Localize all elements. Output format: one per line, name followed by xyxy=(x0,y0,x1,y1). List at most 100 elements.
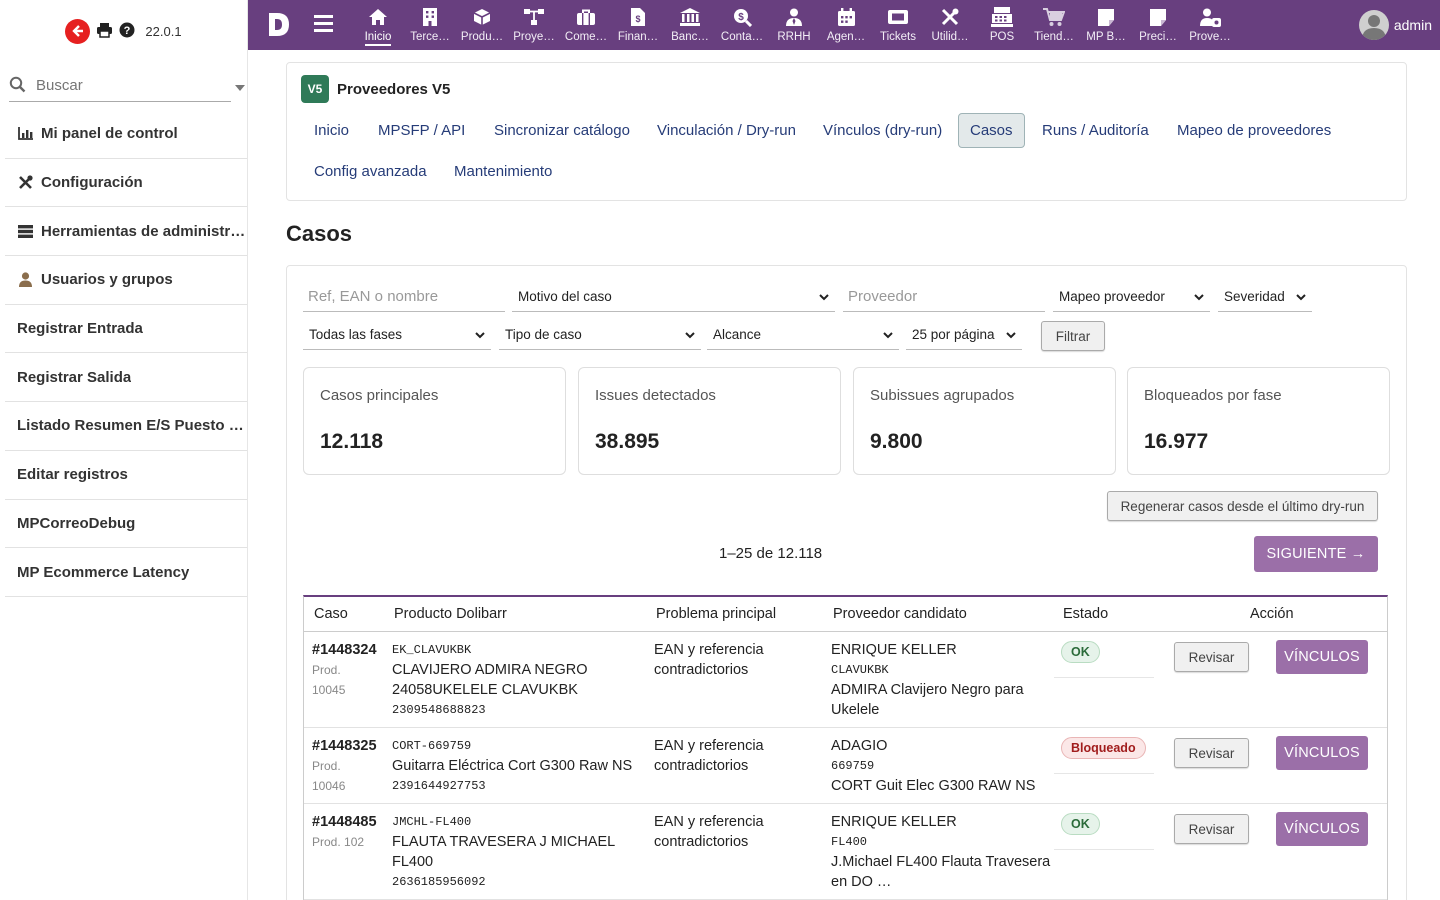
links-button[interactable]: VÍNCULOS xyxy=(1276,640,1368,674)
tab-sincronizar-catalogo[interactable]: Sincronizar catálogo xyxy=(483,113,641,148)
supplier-name: ENRIQUE KELLER xyxy=(831,642,957,658)
menu-item-summary-list[interactable]: Listado Resumen E/S Puesto … xyxy=(5,402,247,451)
avatar[interactable] xyxy=(1358,10,1389,40)
topmenu-financiera[interactable]: $ Finan… xyxy=(612,0,664,50)
server-icon xyxy=(17,224,33,238)
product-ref[interactable]: EK_CLAVUKBK xyxy=(392,640,642,660)
topmenu-inicio[interactable]: Inicio xyxy=(352,0,404,50)
tab-runs-auditoria[interactable]: Runs / Auditoría xyxy=(1031,113,1160,148)
supplier-desc: J.Michael FL400 Flauta Travesera en DO … xyxy=(831,854,1051,890)
menu-item-admin-tools[interactable]: Herramientas de administr… xyxy=(5,207,247,257)
topmenu-rrhh[interactable]: RRHH xyxy=(768,0,820,50)
menu-item-mp-ecommerce-latency[interactable]: MP Ecommerce Latency xyxy=(5,548,247,597)
topmenu-comercial[interactable]: Come… xyxy=(560,0,612,50)
regenerate-cases-button[interactable]: Regenerar casos desde el último dry-run xyxy=(1107,491,1378,521)
logout-icon[interactable] xyxy=(65,18,91,44)
tab-mpsfp-api[interactable]: MPSFP / API xyxy=(367,113,476,148)
review-button[interactable]: Revisar xyxy=(1174,738,1249,768)
links-button[interactable]: VÍNCULOS xyxy=(1276,736,1368,770)
col-producto: Producto Dolibarr xyxy=(394,606,507,622)
severidad-select-value: Severidad xyxy=(1224,289,1285,304)
links-button[interactable]: VÍNCULOS xyxy=(1276,812,1368,846)
filter-button[interactable]: Filtrar xyxy=(1041,321,1105,351)
tab-inicio[interactable]: Inicio xyxy=(303,113,360,148)
case-id[interactable]: #1448324 xyxy=(312,640,377,660)
topmenu-label: MP B… xyxy=(1086,31,1126,43)
topmenu-agenda[interactable]: Agen… xyxy=(820,0,872,50)
menu-item-label: Listado Resumen E/S Puesto … xyxy=(17,417,244,435)
tools-icon xyxy=(941,6,959,28)
help-icon[interactable]: ? xyxy=(119,22,135,41)
menu-item-register-entry[interactable]: Registrar Entrada xyxy=(5,305,247,354)
supplier-ref: CLAVUKBK xyxy=(831,663,889,677)
supplier-desc: ADMIRA Clavijero Negro para Ukelele xyxy=(831,682,1024,718)
user-name[interactable]: admin xyxy=(1394,17,1432,33)
next-page-button[interactable]: SIGUIENTE → xyxy=(1254,536,1378,572)
severidad-select[interactable]: Severidad xyxy=(1218,282,1312,312)
menu-item-configuration[interactable]: Configuración xyxy=(5,159,247,208)
tab-vinculacion-dry-run[interactable]: Vinculación / Dry-run xyxy=(646,113,807,148)
menu-item-mpcorreodebug[interactable]: MPCorreoDebug xyxy=(5,500,247,549)
menu-item-edit-records[interactable]: Editar registros xyxy=(5,451,247,500)
topmenu-contabilidad[interactable]: $ Conta… xyxy=(716,0,768,50)
menu-item-label: Configuración xyxy=(41,174,143,192)
cases-table: Caso Producto Dolibarr Problema principa… xyxy=(303,595,1388,900)
module-badge: V5 xyxy=(301,75,329,103)
topmenu-productos[interactable]: Produ… xyxy=(456,0,508,50)
topmenu-tienda[interactable]: Tiend… xyxy=(1028,0,1080,50)
menu-item-register-exit[interactable]: Registrar Salida xyxy=(5,353,247,403)
fases-select[interactable]: Todas las fases xyxy=(303,320,491,350)
cube-icon xyxy=(473,6,491,28)
tab-mapeo-proveedores[interactable]: Mapeo de proveedores xyxy=(1166,113,1342,148)
review-button[interactable]: Revisar xyxy=(1174,642,1249,672)
proveedor-input[interactable]: Proveedor xyxy=(843,282,1045,312)
topmenu-label: Banc… xyxy=(671,31,709,43)
product-ref[interactable]: CORT-669759 xyxy=(392,736,642,756)
tipo-caso-select[interactable]: Tipo de caso xyxy=(499,320,701,350)
tab-vinculos-dry-run[interactable]: Vínculos (dry-run) xyxy=(812,113,953,148)
tipo-caso-select-value: Tipo de caso xyxy=(505,327,582,342)
col-estado: Estado xyxy=(1063,606,1109,622)
menu-item-users-groups[interactable]: Usuarios y grupos xyxy=(5,256,247,305)
problem-text: EAN y referencia contradictorios xyxy=(654,642,764,678)
kpi-label: Bloqueados por fase xyxy=(1144,387,1282,404)
dolibarr-logo[interactable] xyxy=(268,12,290,40)
topmenu-proyectos[interactable]: Proye… xyxy=(508,0,560,50)
case-id[interactable]: #1448325 xyxy=(312,736,377,756)
mapeo-select[interactable]: Mapeo proveedor xyxy=(1053,282,1210,312)
ref-search-input[interactable]: Ref, EAN o nombre xyxy=(303,282,505,312)
hamburger-menu-icon[interactable] xyxy=(314,15,333,35)
menu-item-dashboard[interactable]: Mi panel de control xyxy=(5,110,247,159)
tab-casos[interactable]: Casos xyxy=(958,113,1025,148)
alcance-select[interactable]: Alcance xyxy=(707,320,899,350)
topmenu-tickets[interactable]: Tickets xyxy=(872,0,924,50)
review-button[interactable]: Revisar xyxy=(1174,814,1249,844)
user-menu[interactable]: admin xyxy=(1358,10,1432,40)
alcance-select-value: Alcance xyxy=(713,327,762,342)
chevron-down-icon[interactable] xyxy=(235,78,245,94)
tab-mantenimiento[interactable]: Mantenimiento xyxy=(443,154,563,189)
topmenu-pos[interactable]: POS xyxy=(976,0,1028,50)
table-row: #1448324 Prod. 10045 EK_CLAVUKBK CLAVIJE… xyxy=(304,632,1387,728)
search-input[interactable] xyxy=(36,77,235,94)
topmenu-utilidades[interactable]: Utilid… xyxy=(924,0,976,50)
topmenu-precios[interactable]: Preci… xyxy=(1132,0,1184,50)
case-id[interactable]: #1448485 xyxy=(312,812,377,832)
kpi-label: Subissues agrupados xyxy=(870,387,1015,404)
tab-config-avanzada[interactable]: Config avanzada xyxy=(303,154,438,189)
topmenu-proveedores[interactable]: Prove… xyxy=(1184,0,1236,50)
search-box[interactable] xyxy=(9,70,245,102)
per-page-select[interactable]: 25 por página xyxy=(906,320,1022,350)
product-id-label: Prod. 102 xyxy=(312,835,365,849)
product-ref[interactable]: JMCHL-FL400 xyxy=(392,812,642,832)
module-title: Proveedores V5 xyxy=(337,80,451,98)
left-menu: ? 22.0.1 Mi panel de control Configuraci… xyxy=(0,0,248,900)
chevron-down-icon xyxy=(475,327,485,342)
kpi-value: 38.895 xyxy=(595,430,660,453)
print-icon[interactable] xyxy=(96,22,113,41)
topmenu-mp-b[interactable]: MP B… xyxy=(1080,0,1132,50)
motivo-select[interactable]: Motivo del caso xyxy=(512,282,835,312)
topmenu-bancos[interactable]: Banc… xyxy=(664,0,716,50)
topmenu-terceros[interactable]: Terce… xyxy=(404,0,456,50)
product-name: Guitarra Eléctrica Cort G300 Raw NS xyxy=(392,758,633,774)
